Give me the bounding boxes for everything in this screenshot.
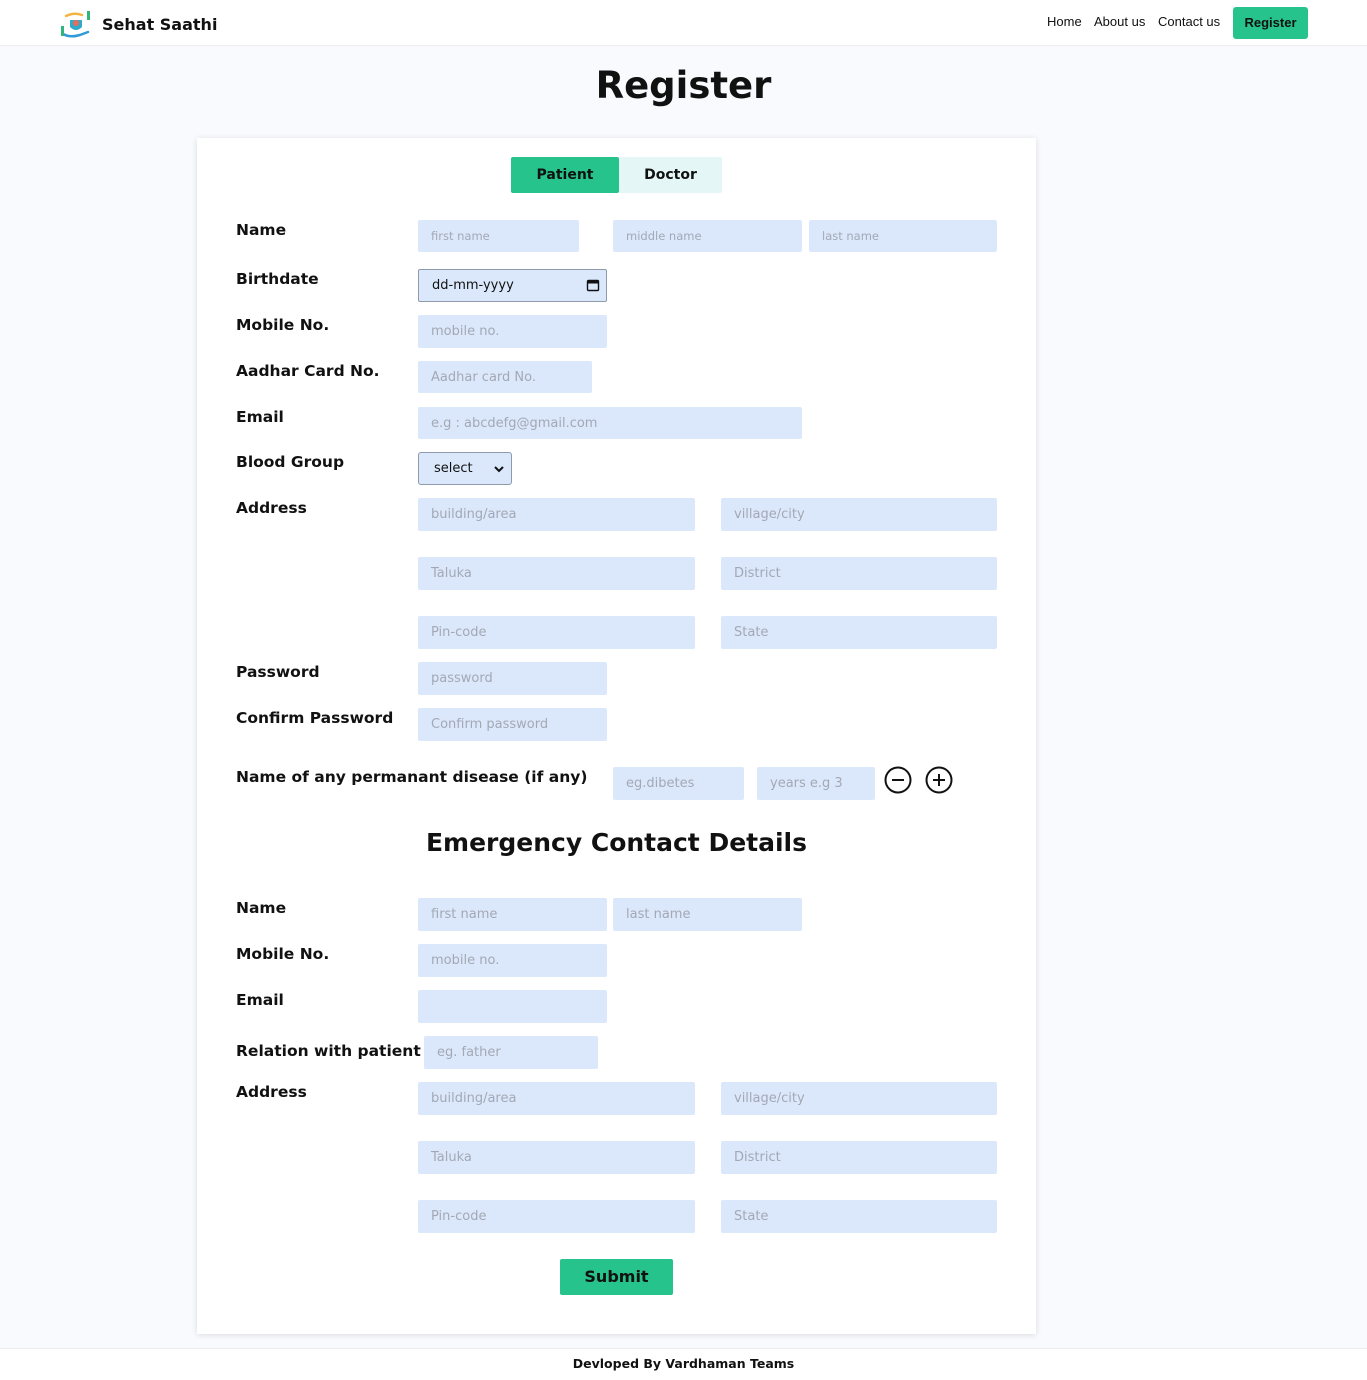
emergency-first-name-input[interactable] xyxy=(418,898,607,931)
relation-input[interactable] xyxy=(424,1036,598,1069)
birthdate-value: dd-mm-yyyy xyxy=(432,278,514,293)
password-label: Password xyxy=(236,663,320,681)
address-label: Address xyxy=(236,499,307,517)
chevron-down-icon xyxy=(494,466,504,473)
mobile-label: Mobile No. xyxy=(236,316,330,334)
name-label: Name xyxy=(236,221,287,239)
taluka-input[interactable] xyxy=(418,557,695,590)
emergency-section-title: Emergency Contact Details xyxy=(425,828,808,857)
middle-name-input[interactable] xyxy=(613,220,802,252)
emergency-email-label: Email xyxy=(236,991,284,1009)
confirm-password-input[interactable] xyxy=(418,708,607,741)
pincode-input[interactable] xyxy=(418,616,695,649)
state-input[interactable] xyxy=(721,616,997,649)
password-input[interactable] xyxy=(418,662,607,695)
village-input[interactable] xyxy=(721,498,997,531)
nav-register-button[interactable]: Register xyxy=(1233,7,1308,39)
birthdate-label: Birthdate xyxy=(236,270,319,288)
first-name-input[interactable] xyxy=(418,220,579,252)
footer-text: Devloped By Vardhaman Teams xyxy=(572,1356,795,1371)
email-label: Email xyxy=(236,408,284,426)
tab-patient[interactable]: Patient xyxy=(511,157,619,193)
emergency-mobile-label: Mobile No. xyxy=(236,945,330,963)
emergency-district-input[interactable] xyxy=(721,1141,997,1174)
emergency-village-input[interactable] xyxy=(721,1082,997,1115)
email-input[interactable] xyxy=(418,407,802,439)
blood-group-select[interactable]: select xyxy=(418,452,512,485)
disease-years-input[interactable] xyxy=(757,767,875,800)
emergency-building-input[interactable] xyxy=(418,1082,695,1115)
aadhar-input[interactable] xyxy=(418,361,592,393)
hands-health-logo-icon xyxy=(61,11,90,38)
relation-label: Relation with patient xyxy=(236,1042,421,1060)
emergency-pincode-input[interactable] xyxy=(418,1200,695,1233)
disease-label: Name of any permanant disease (if any) xyxy=(236,768,588,786)
brand[interactable]: Sehat Saathi xyxy=(60,8,217,40)
disease-input[interactable] xyxy=(613,767,744,800)
emergency-taluka-input[interactable] xyxy=(418,1141,695,1174)
emergency-address-label: Address xyxy=(236,1083,307,1101)
emergency-state-input[interactable] xyxy=(721,1200,997,1233)
calendar-icon[interactable] xyxy=(586,278,600,292)
building-input[interactable] xyxy=(418,498,695,531)
birthdate-input[interactable]: dd-mm-yyyy xyxy=(418,269,607,302)
confirm-password-label: Confirm Password xyxy=(236,709,394,727)
page-title: Register xyxy=(595,64,772,107)
brand-name: Sehat Saathi xyxy=(102,14,218,34)
footer: Devloped By Vardhaman Teams xyxy=(0,1348,1367,1380)
blood-group-label: Blood Group xyxy=(236,453,345,471)
aadhar-label: Aadhar Card No. xyxy=(236,362,380,380)
mobile-input[interactable] xyxy=(418,315,607,348)
blood-group-value: select xyxy=(434,461,473,476)
tab-doctor[interactable]: Doctor xyxy=(619,157,722,193)
emergency-name-label: Name xyxy=(236,899,287,917)
navbar: Sehat Saathi Home About us Contact us Re… xyxy=(0,0,1367,46)
minus-circle-icon[interactable] xyxy=(884,766,912,794)
nav-home-link[interactable]: Home xyxy=(1047,14,1082,29)
last-name-input[interactable] xyxy=(809,220,997,252)
emergency-email-input[interactable] xyxy=(418,990,607,1023)
emergency-last-name-input[interactable] xyxy=(613,898,802,931)
nav-contact-link[interactable]: Contact us xyxy=(1158,14,1220,29)
emergency-mobile-input[interactable] xyxy=(418,944,607,977)
submit-button[interactable]: Submit xyxy=(560,1259,673,1295)
nav-about-link[interactable]: About us xyxy=(1094,14,1145,29)
plus-circle-icon[interactable] xyxy=(925,766,953,794)
district-input[interactable] xyxy=(721,557,997,590)
